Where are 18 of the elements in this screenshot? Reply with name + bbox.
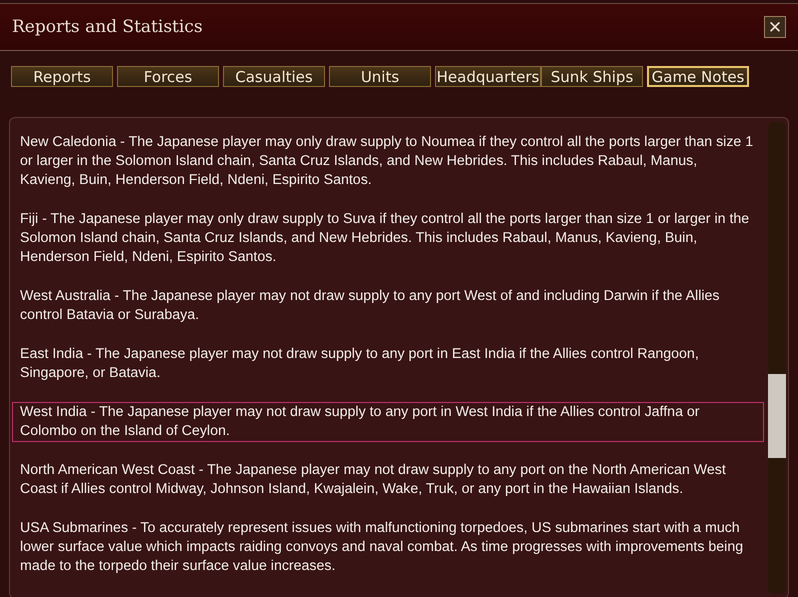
note-paragraph[interactable]: West India - The Japanese player may not draw supply to any port in West India if the Allies control Jaffna or Colombo on the Island of Ceylon. [12,402,764,442]
scrollbar[interactable] [768,122,786,594]
tab[interactable]: Sunk Ships [541,66,643,87]
tab[interactable]: Headquarters [435,66,541,87]
scroll-thumb[interactable] [768,374,786,458]
note-paragraph[interactable]: West Australia - The Japanese player may not draw supply to any port West of and including Darwin if the Allies control Batavia or Surabaya. [12,286,764,326]
note-paragraph[interactable]: East India - The Japanese player may not draw supply to any port in East India if the Allies control Rangoon, Singapore, or Batavia. [12,344,764,384]
note-paragraph[interactable]: Fiji - The Japanese player may only draw supply to Suva if they control all the ports larger than size 1 or larger in the Solomon Island chain, Santa Cruz Islands, and New Hebrides. This includes Rabaul, Manus, Kavieng, Buin, Henderson Field, Ndeni, Espirito Santos. [12,209,764,268]
note-paragraph[interactable]: USA Submarines - To accurately represent issues with malfunctioning torpedoes, US submarines start with a much lower surface value which impacts raiding convoys and naval combat. As time progresses with improvements being made to the torpedo their surface value increases. [12,518,764,577]
tab[interactable]: Game Notes [647,66,749,87]
tab[interactable]: Casualties [223,66,325,87]
note-paragraph[interactable]: New Caledonia - The Japanese player may only draw supply to Noumea if they control all the ports larger than size 1 or larger in the Solomon Island chain, Santa Cruz Islands, and New Hebrides. This includes Rabaul, Manus, Kavieng, Buin, Henderson Field, Ndeni, Espirito Santos. [12,132,764,191]
tab[interactable]: Forces [117,66,219,87]
tab[interactable]: Units [329,66,431,87]
window-title: Reports and Statistics [12,17,203,37]
close-button[interactable]: ✕ [764,16,786,38]
tab[interactable]: Reports [11,66,113,87]
note-paragraph[interactable]: North American West Coast - The Japanese player may not draw supply to any port on the North American West Coast if Allies control Midway, Johnson Island, Kwajalein, Wake, Truk, or any port in the Hawaiian Islands. [12,460,764,500]
